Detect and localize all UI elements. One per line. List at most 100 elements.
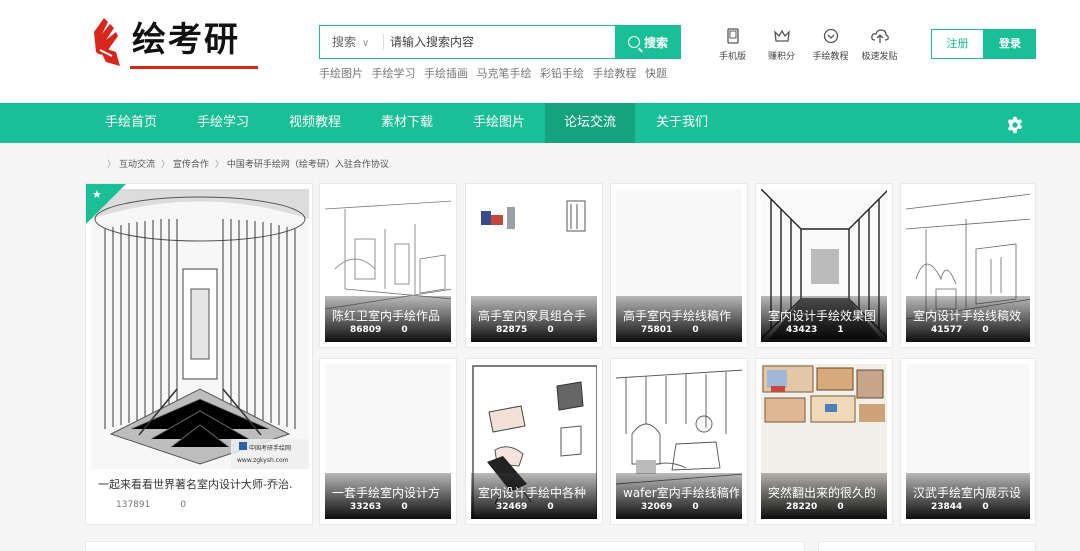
featured-post-title[interactable]: 一起来看看世界著名室内设计大师-乔治. (98, 476, 292, 492)
hot-word-link[interactable]: 手绘教程 (593, 67, 637, 80)
mobile-icon (726, 28, 739, 44)
search-icon (627, 36, 640, 48)
featured-post-stats: 137891 0 (116, 500, 186, 510)
post-title[interactable]: 突然翻出来的很久的 (768, 484, 884, 501)
view-count: 86809 (350, 325, 382, 335)
comment-count: 0 (547, 325, 554, 335)
post-stats: 75801 0 (641, 325, 699, 335)
featured-post-card[interactable]: 中国考研手绘网 www.zgkysh.com ★ 一起来看看世界著名室内设计大师… (85, 183, 313, 525)
tool-quick-post[interactable]: 极速发贴 (855, 28, 904, 62)
post-card[interactable]: 高手室内家具组合手 82875 0 (465, 183, 603, 348)
nav-item-video[interactable]: 视频教程 (276, 103, 354, 143)
post-title[interactable]: 室内设计手绘效果图 (768, 307, 884, 324)
nav-item-about[interactable]: 关于我们 (643, 103, 721, 143)
tool-points[interactable]: 赚积分 (757, 28, 806, 62)
post-title[interactable]: 一套手绘室内设计方 (332, 484, 448, 501)
view-count: 41577 (931, 325, 963, 335)
nav-item-learn[interactable]: 手绘学习 (184, 103, 262, 143)
hot-word-link[interactable]: 手绘图片 (319, 67, 363, 80)
post-title[interactable]: 高手室内家具组合手 (478, 307, 594, 324)
breadcrumb-link[interactable]: 互动交流 (119, 160, 155, 170)
post-card[interactable]: 室内设计手绘中各种 32469 0 (465, 358, 603, 525)
comment-count: 0 (401, 502, 408, 512)
post-stats: 82875 0 (496, 325, 554, 335)
post-stats: 86809 0 (350, 325, 408, 335)
view-count: 82875 (496, 325, 528, 335)
post-card[interactable]: 汉武手绘室内展示设 23844 0 (900, 358, 1036, 525)
search-divider (383, 34, 384, 50)
post-card[interactable]: 突然翻出来的很久的 28220 0 (755, 358, 893, 525)
post-title[interactable]: 高手室内手绘线稿作 (623, 307, 739, 324)
sidebar-panel (818, 541, 1036, 551)
hot-word-link[interactable]: 快题 (645, 67, 667, 80)
tool-tutorial[interactable]: 手绘教程 (806, 28, 855, 62)
interior-sketch-image: 中国考研手绘网 www.zgkysh.com (91, 189, 309, 469)
search-button-label: 搜索 (643, 35, 668, 50)
tool-label: 赚积分 (767, 52, 795, 62)
logo-underline (130, 66, 258, 69)
view-count: 75801 (641, 325, 673, 335)
nav-item-forum[interactable]: 论坛交流 (545, 103, 635, 143)
post-card[interactable]: wafer室内手绘线稿作 32069 0 (610, 358, 748, 525)
post-title[interactable]: 室内设计手绘中各种 (478, 484, 594, 501)
breadcrumb-link[interactable]: 宣传合作 (173, 160, 209, 170)
post-title[interactable]: wafer室内手绘线稿作 (623, 484, 739, 501)
gear-icon[interactable] (1006, 116, 1024, 134)
post-card[interactable]: 高手室内手绘线稿作 75801 0 (610, 183, 748, 348)
nav-item-download[interactable]: 素材下载 (368, 103, 446, 143)
hot-search-words: 手绘图片 手绘学习 手绘插画 马克笔手绘 彩铅手绘 手绘教程 快题 (319, 65, 672, 81)
tool-label: 极速发贴 (861, 52, 898, 62)
post-title[interactable]: 室内设计手绘线稿效 (913, 307, 1027, 324)
breadcrumb-current[interactable]: 中国考研手绘网（绘考研）入驻合作协议 (227, 160, 389, 170)
search-input[interactable] (390, 27, 610, 57)
hot-word-link[interactable]: 马克笔手绘 (477, 67, 532, 80)
chevron-down-icon: ∨ (362, 38, 370, 49)
post-stats: 28220 0 (786, 502, 844, 512)
hot-word-link[interactable]: 手绘学习 (372, 67, 416, 80)
nav-item-home[interactable]: 手绘首页 (92, 103, 170, 143)
featured-post-image[interactable]: 中国考研手绘网 www.zgkysh.com (91, 189, 309, 469)
post-card[interactable]: 室内设计手绘线稿效 41577 0 (900, 183, 1036, 348)
post-stats: 41577 0 (931, 325, 989, 335)
nav-item-images[interactable]: 手绘图片 (460, 103, 538, 143)
comment-count: 0 (982, 325, 989, 335)
post-card[interactable]: 一套手绘室内设计方 33263 0 (319, 358, 457, 525)
comment-count: 0 (982, 502, 989, 512)
logo-text: 绘考研 (132, 20, 240, 60)
post-card[interactable]: 室内设计手绘效果图 43423 1 (755, 183, 893, 348)
tool-label: 手绘教程 (812, 52, 849, 62)
search-type-select[interactable]: 搜索 ∨ (332, 26, 369, 58)
post-stats: 43423 1 (786, 325, 844, 335)
view-count: 32469 (496, 502, 528, 512)
content-panel (85, 541, 805, 551)
star-icon: ★ (92, 188, 102, 201)
post-card[interactable]: 陈红卫室内手绘作品 86809 0 (319, 183, 457, 348)
post-title[interactable]: 陈红卫室内手绘作品 (332, 307, 448, 324)
search-button[interactable]: 搜索 (615, 25, 681, 59)
comment-count: 0 (547, 502, 554, 512)
tool-label: 手机版 (718, 52, 746, 62)
upload-cloud-icon (870, 29, 889, 43)
tool-mobile[interactable]: 手机版 (708, 28, 757, 62)
post-stats: 23844 0 (931, 502, 989, 512)
hot-word-link[interactable]: 手绘插画 (424, 67, 468, 80)
register-button[interactable]: 注册 (931, 29, 984, 59)
diamond-icon (823, 28, 838, 44)
search-type-label: 搜索 (332, 35, 357, 49)
view-count: 137891 (116, 500, 151, 510)
view-count: 28220 (786, 502, 818, 512)
header-tools: 手机版 赚积分 手绘教程 极速发贴 (708, 28, 904, 62)
comment-count: 0 (837, 502, 844, 512)
comment-count: 1 (837, 325, 844, 335)
site-logo[interactable]: 绘考研 (86, 12, 262, 74)
post-stats: 33263 0 (350, 502, 408, 512)
search-box: 搜索 ∨ 搜索 (319, 25, 681, 59)
view-count: 32069 (641, 502, 673, 512)
breadcrumb: 〉互动交流 〉宣传合作 〉中国考研手绘网（绘考研）入驻合作协议 (107, 160, 389, 170)
hot-word-link[interactable]: 彩铅手绘 (540, 67, 584, 80)
post-stats: 32069 0 (641, 502, 699, 512)
login-button[interactable]: 登录 (984, 29, 1036, 59)
watermark-text: 中国考研手绘网 (249, 444, 291, 452)
comment-count: 0 (401, 325, 408, 335)
post-title[interactable]: 汉武手绘室内展示设 (913, 484, 1027, 501)
